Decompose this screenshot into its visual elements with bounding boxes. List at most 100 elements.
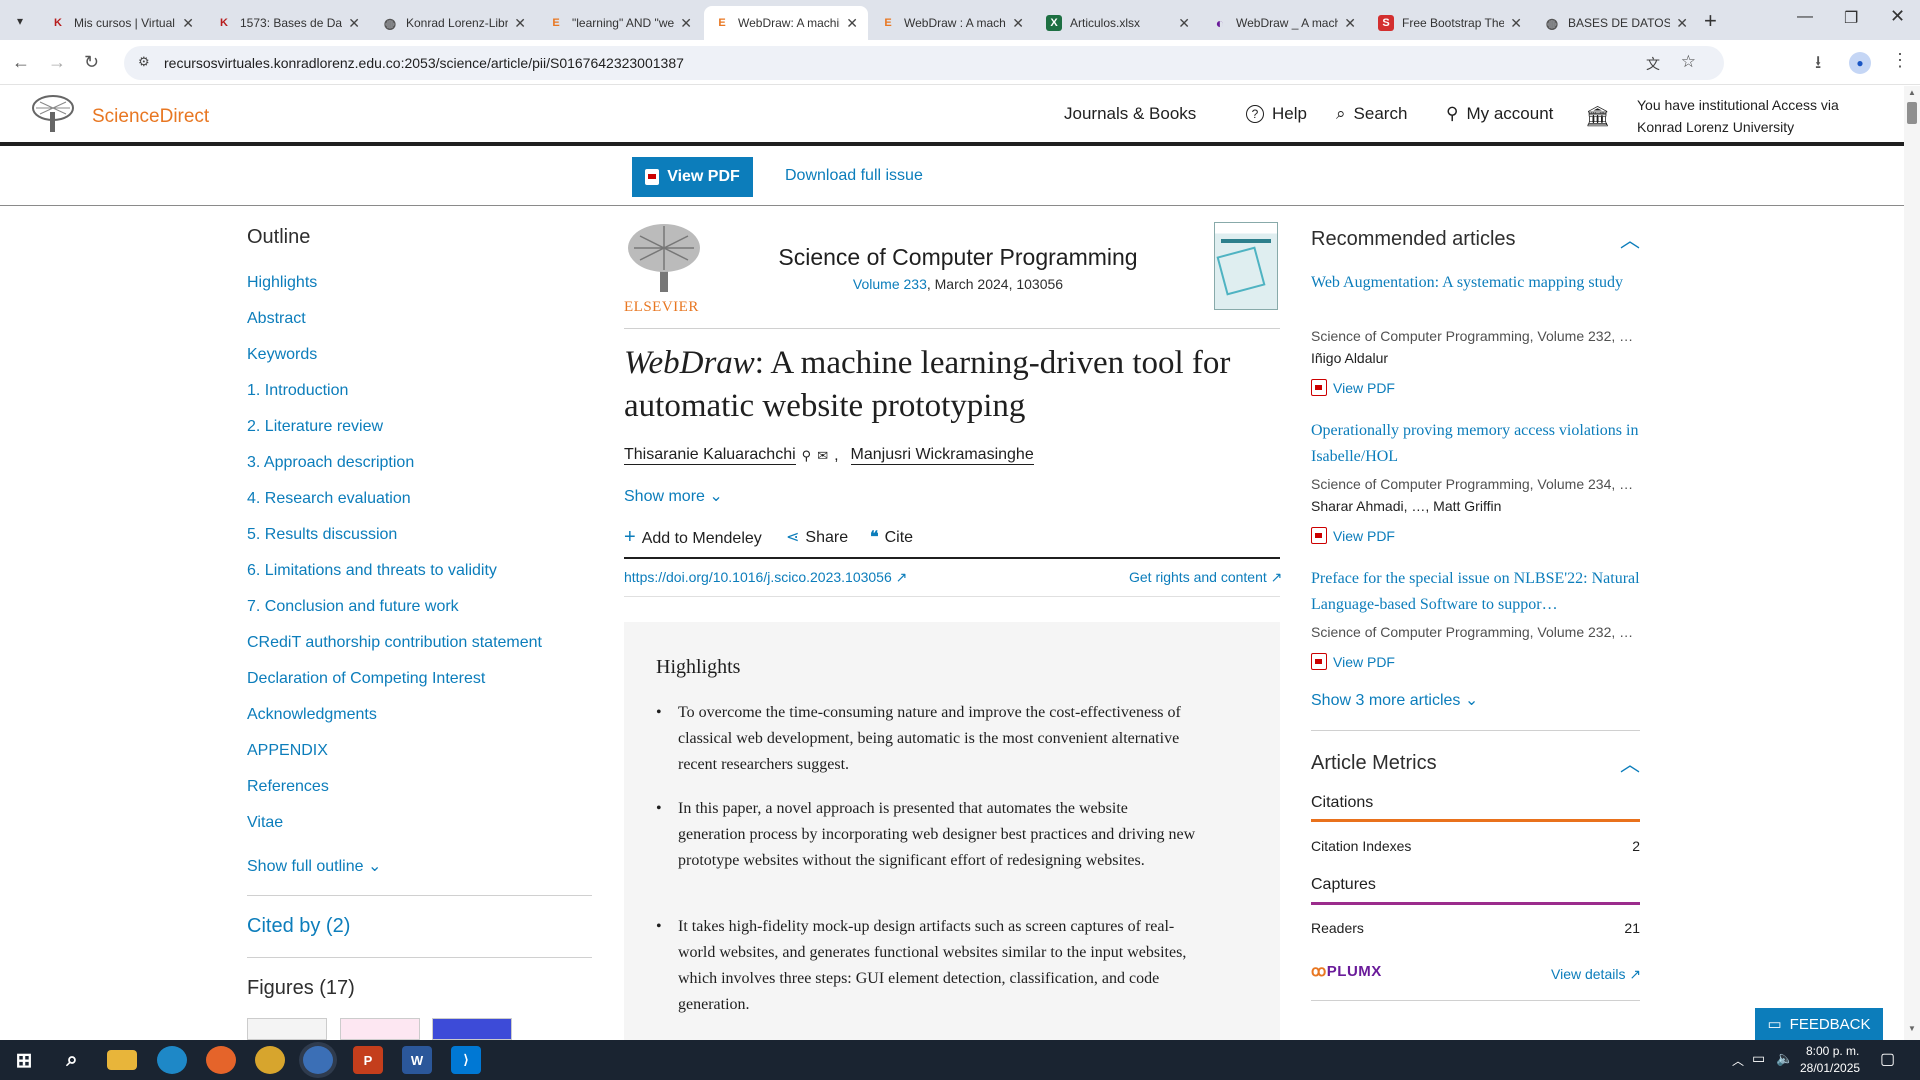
edge-icon[interactable] xyxy=(157,1046,187,1074)
bookmark-star-icon[interactable]: ☆ xyxy=(1681,52,1696,72)
recommended-article-link[interactable]: Operationally proving memory access viol… xyxy=(1311,418,1646,470)
profile-avatar[interactable]: ● xyxy=(1849,52,1871,74)
outline-link[interactable]: APPENDIX xyxy=(247,742,328,760)
clock-date[interactable]: 28/01/2025 xyxy=(1800,1061,1860,1075)
institutional-access-text[interactable]: You have institutional Access via Konrad… xyxy=(1637,94,1877,138)
outline-link[interactable]: 2. Literature review xyxy=(247,418,383,436)
institution-icon[interactable]: 🏛 xyxy=(1585,104,1610,129)
recommended-view-pdf-link[interactable]: View PDF xyxy=(1311,527,1395,544)
journals-books-link[interactable]: Journals & Books xyxy=(1064,104,1196,124)
journal-title[interactable]: Science of Computer Programming xyxy=(718,244,1198,271)
outline-link[interactable]: 6. Limitations and threats to validity xyxy=(247,562,497,580)
recommended-view-pdf-link[interactable]: View PDF xyxy=(1311,653,1395,670)
outline-link[interactable]: 7. Conclusion and future work xyxy=(247,598,459,616)
windows-start-icon[interactable]: ⊞ xyxy=(9,1046,39,1074)
menu-kebab-icon[interactable]: ⋮ xyxy=(1891,50,1909,71)
network-icon[interactable]: ▭ xyxy=(1752,1050,1765,1067)
tab-search-button[interactable]: ▾ xyxy=(8,10,32,32)
doi-link[interactable]: https://doi.org/10.1016/j.scico.2023.103… xyxy=(624,569,907,586)
firefox-icon[interactable] xyxy=(206,1046,236,1074)
recommended-view-pdf-link[interactable]: View PDF xyxy=(1311,379,1395,396)
browser-tab[interactable]: ◍ BASES DE DATOS ✕ xyxy=(1534,6,1698,40)
browser-tab[interactable]: X Articulos.xlsx ✕ xyxy=(1036,6,1200,40)
outline-link[interactable]: Highlights xyxy=(247,274,317,292)
browser-tab[interactable]: K 1573: Bases de Datos ✕ xyxy=(206,6,370,40)
new-tab-button[interactable]: + xyxy=(1704,8,1717,34)
rights-link[interactable]: Get rights and content ↗ xyxy=(1129,569,1282,586)
back-icon[interactable]: ← xyxy=(12,52,30,73)
volume-icon[interactable]: 🔈 xyxy=(1776,1050,1793,1067)
download-icon[interactable]: ⭳ xyxy=(1815,50,1821,80)
chrome-icon[interactable] xyxy=(255,1046,285,1074)
recommended-article-link[interactable]: Preface for the special issue on NLBSE'2… xyxy=(1311,566,1646,618)
chrome-active-icon[interactable] xyxy=(303,1046,333,1074)
tab-close-icon[interactable]: ✕ xyxy=(1676,15,1688,32)
outline-link[interactable]: Vitae xyxy=(247,814,283,832)
volume-link[interactable]: Volume 233 xyxy=(853,276,927,292)
outline-link[interactable]: Declaration of Competing Interest xyxy=(247,670,485,688)
tab-close-icon[interactable]: ✕ xyxy=(1510,15,1522,32)
translate-icon[interactable]: 文 xyxy=(1646,54,1660,74)
outline-link[interactable]: Abstract xyxy=(247,310,306,328)
recommended-article-link[interactable]: Web Augmentation: A systematic mapping s… xyxy=(1311,270,1646,296)
vscode-icon[interactable]: ⟩ xyxy=(451,1046,481,1074)
feedback-button[interactable]: ▭ FEEDBACK xyxy=(1755,1008,1883,1040)
word-icon[interactable]: W xyxy=(402,1046,432,1074)
outline-link[interactable]: 5. Results discussion xyxy=(247,526,397,544)
figure-thumbnail[interactable] xyxy=(340,1018,420,1040)
download-full-issue-link[interactable]: Download full issue xyxy=(785,167,923,185)
clock-time[interactable]: 8:00 p. m. xyxy=(1806,1044,1859,1058)
add-to-mendeley-button[interactable]: + Add to Mendeley xyxy=(624,526,762,549)
tab-close-icon[interactable]: ✕ xyxy=(680,15,692,32)
tab-close-icon[interactable]: ✕ xyxy=(348,15,360,32)
reload-icon[interactable]: ↻ xyxy=(84,52,99,73)
outline-link[interactable]: 3. Approach description xyxy=(247,454,414,472)
browser-tab[interactable]: ◍ Konrad Lorenz-Librería ✕ xyxy=(372,6,536,40)
outline-link[interactable]: 1. Introduction xyxy=(247,382,348,400)
plumx-logo[interactable]: ꝏPLUMX xyxy=(1311,962,1382,980)
elsevier-tree-logo[interactable] xyxy=(30,94,76,134)
help-link[interactable]: ? Help xyxy=(1246,104,1307,124)
my-account-link[interactable]: ⚲ My account xyxy=(1446,104,1553,124)
show-full-outline-button[interactable]: Show full outline ⌄ xyxy=(247,856,381,876)
collapse-chevron-up-icon[interactable]: ︿ xyxy=(1620,224,1640,253)
browser-tab[interactable]: ◐ WebDraw _ A machine ✕ xyxy=(1202,6,1366,40)
outline-link[interactable]: References xyxy=(247,778,329,796)
forward-icon[interactable]: → xyxy=(48,52,66,73)
author-link[interactable]: Thisaranie Kaluarachchi xyxy=(624,446,796,465)
address-bar[interactable]: ⚙ recursosvirtuales.konradlorenz.edu.co:… xyxy=(124,46,1724,80)
share-button[interactable]: ⋖ Share xyxy=(786,527,848,547)
restore-button[interactable]: ❐ xyxy=(1844,8,1858,28)
collapse-chevron-up-icon[interactable]: ︿ xyxy=(1620,748,1640,777)
powerpoint-icon[interactable]: P xyxy=(353,1046,383,1074)
tab-close-icon[interactable]: ✕ xyxy=(846,15,858,32)
scrollbar-down-arrow[interactable]: ▼ xyxy=(1908,1024,1916,1033)
tray-overflow-icon[interactable]: ︿ xyxy=(1732,1052,1744,1069)
browser-tab[interactable]: S Free Bootstrap Themes ✕ xyxy=(1368,6,1532,40)
view-pdf-button[interactable]: View PDF xyxy=(632,157,753,197)
browser-tab[interactable]: E WebDraw: A machine ✕ xyxy=(704,6,868,40)
figure-thumbnail[interactable] xyxy=(432,1018,512,1040)
browser-tab[interactable]: K Mis cursos | Virtual ✕ xyxy=(40,6,204,40)
sciencedirect-logo[interactable]: ScienceDirect xyxy=(92,106,209,128)
tab-close-icon[interactable]: ✕ xyxy=(1344,15,1356,32)
elsevier-logo[interactable]: ELSEVIER xyxy=(624,222,704,315)
site-info-icon[interactable]: ⚙ xyxy=(138,54,150,70)
close-window-button[interactable]: ✕ xyxy=(1890,6,1905,27)
minimize-button[interactable]: — xyxy=(1797,8,1813,26)
figure-thumbnail[interactable] xyxy=(247,1018,327,1040)
cited-by-link[interactable]: Cited by (2) xyxy=(247,915,350,938)
author-link[interactable]: Manjusri Wickramasinghe xyxy=(850,446,1034,465)
show-more-articles-button[interactable]: Show 3 more articles ⌄ xyxy=(1311,690,1478,710)
scrollbar-up-arrow[interactable]: ▲ xyxy=(1908,88,1916,97)
tab-close-icon[interactable]: ✕ xyxy=(514,15,526,32)
outline-link[interactable]: Acknowledgments xyxy=(247,706,377,724)
notifications-icon[interactable]: ▢ xyxy=(1880,1049,1895,1069)
cite-button[interactable]: ❝ Cite xyxy=(870,527,913,547)
email-icon[interactable]: ✉ xyxy=(817,448,828,464)
search-icon[interactable]: ⌕ xyxy=(57,1046,87,1074)
outline-link[interactable]: 4. Research evaluation xyxy=(247,490,411,508)
tab-close-icon[interactable]: ✕ xyxy=(1178,15,1190,32)
view-details-link[interactable]: View details ↗ xyxy=(1551,966,1641,983)
browser-tab[interactable]: E WebDraw : A machine ✕ xyxy=(870,6,1034,40)
